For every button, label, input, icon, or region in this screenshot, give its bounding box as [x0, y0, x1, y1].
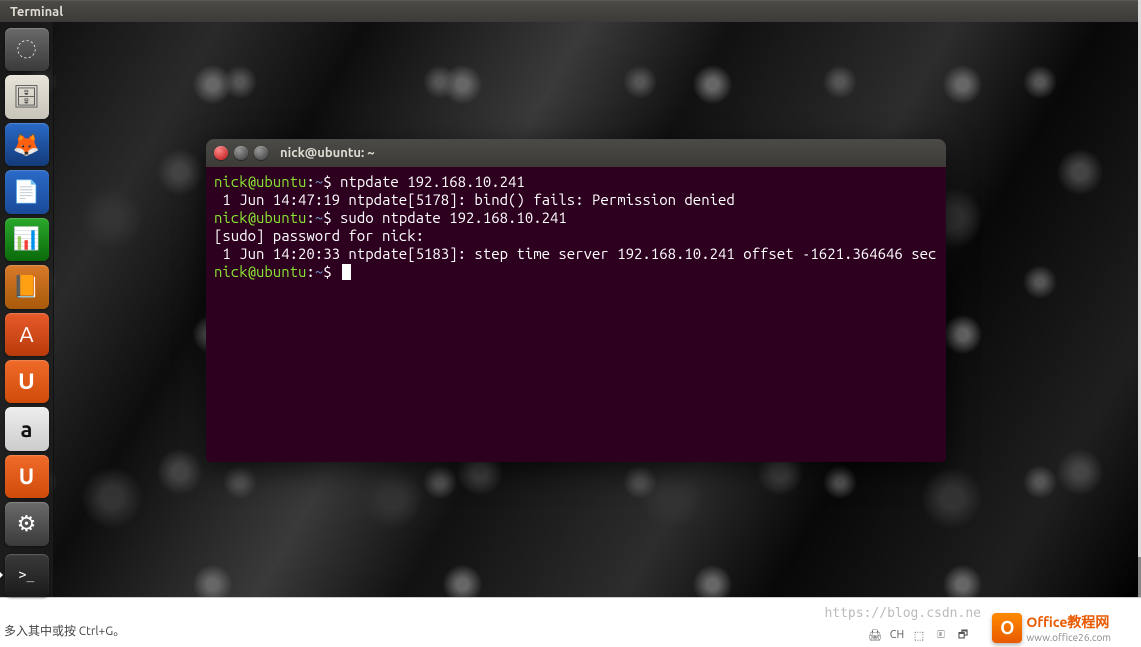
- unity-launcher[interactable]: ◌🗄🦊📄📊📙AUaU⚙>_: [0, 22, 54, 597]
- watermark-text1: Office教程网: [1026, 614, 1109, 630]
- window-minimize-button[interactable]: [234, 146, 248, 160]
- launcher-item-impress[interactable]: 📙: [5, 265, 49, 308]
- launcher-item-terminal[interactable]: >_: [5, 554, 49, 597]
- terminal-titlebar[interactable]: nick@ubuntu: ~: [206, 139, 946, 167]
- tray-icon-3[interactable]: 🗗: [955, 627, 971, 643]
- bottom-strip: 多入其中或按 Ctrl+G。 https://blog.csdn.ne O Of…: [0, 597, 1141, 647]
- terminal-window[interactable]: nick@ubuntu: ~ nick@ubuntu:~$ ntpdate 19…: [206, 139, 946, 462]
- tray-icon-1[interactable]: ⬚: [911, 627, 927, 643]
- watermark-logo-icon: O: [992, 613, 1022, 643]
- desktop-wallpaper: nick@ubuntu: ~ nick@ubuntu:~$ ntpdate 19…: [0, 22, 1138, 597]
- terminal-cmd-2: sudo ntpdate 192.168.10.241: [340, 209, 567, 226]
- launcher-item-software[interactable]: A: [5, 313, 49, 356]
- terminal-cmd-1: ntpdate 192.168.10.241: [340, 173, 525, 190]
- prompt-user: nick@ubuntu: [214, 173, 306, 190]
- terminal-title: nick@ubuntu: ~: [280, 146, 375, 160]
- launcher-item-ubuntu-one2[interactable]: U: [5, 455, 49, 498]
- tray-icon-2[interactable]: 🗉: [933, 627, 949, 643]
- terminal-out-3: 1 Jun 14:20:33 ntpdate[5183]: step time …: [214, 245, 936, 262]
- launcher-item-ubuntu-one[interactable]: U: [5, 360, 49, 403]
- window-maximize-button[interactable]: [254, 146, 268, 160]
- launcher-item-files[interactable]: 🗄: [5, 75, 49, 118]
- window-close-button[interactable]: [214, 146, 228, 160]
- app-menu-label[interactable]: Terminal: [10, 5, 63, 19]
- launcher-item-calc[interactable]: 📊: [5, 218, 49, 261]
- statusbar-hint: 多入其中或按 Ctrl+G。: [4, 622, 125, 639]
- prompt-sep: :: [306, 173, 314, 190]
- printer-icon[interactable]: 🖨: [867, 627, 883, 643]
- terminal-out-2: [sudo] password for nick:: [214, 227, 424, 244]
- launcher-item-writer[interactable]: 📄: [5, 170, 49, 213]
- launcher-item-firefox[interactable]: 🦊: [5, 123, 49, 166]
- terminal-body[interactable]: nick@ubuntu:~$ ntpdate 192.168.10.241 1 …: [206, 167, 946, 287]
- prompt-path: ~: [315, 173, 323, 190]
- watermark-text2: www.office26.com: [1026, 632, 1111, 643]
- terminal-out-1: 1 Jun 14:47:19 ntpdate[5178]: bind() fai…: [214, 191, 735, 208]
- system-tray[interactable]: 🖨 CH ⬚ 🗉 🗗: [867, 627, 971, 643]
- watermark-url: https://blog.csdn.ne: [824, 606, 981, 621]
- terminal-cursor: [342, 264, 351, 280]
- launcher-item-dash[interactable]: ◌: [5, 28, 49, 71]
- launcher-item-settings[interactable]: ⚙: [5, 502, 49, 545]
- watermark-logo: O Office教程网 www.office26.com: [992, 612, 1111, 643]
- launcher-item-amazon[interactable]: a: [5, 407, 49, 450]
- menubar[interactable]: Terminal: [0, 0, 1138, 22]
- ime-indicator[interactable]: CH: [889, 627, 905, 643]
